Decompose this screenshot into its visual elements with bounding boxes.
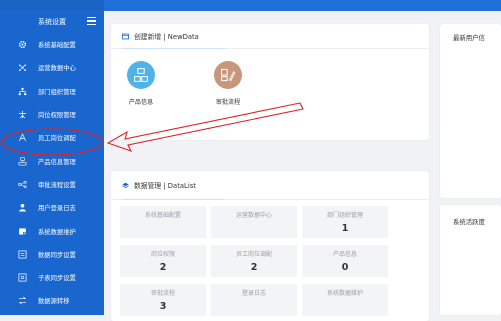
sidebar-item-label: 员工岗位调配 [38,135,76,143]
sync-icon [17,249,27,259]
datalist-cell-label: 审批流程 [150,290,175,297]
sidebar-item-label: 数据源转移 [38,298,70,306]
sidebar-item-label: 岗位权限管理 [38,112,76,120]
newdata-card: 创建新增 | NewData 产品信息 审批流程 [111,24,429,140]
sidebar-item-login-log[interactable]: 用户登录日志 [0,196,104,219]
approval-flow-icon [214,61,242,89]
sidebar-item-label: 系统基础配置 [38,42,76,50]
gear-icon [17,40,27,50]
sidebar-item-data-center[interactable]: 运营数据中心 [0,56,104,79]
datalist-cell-value: 2 [250,262,258,273]
newdata-title: 创建新增 | NewData [134,33,199,41]
sidebar-item-data-sync[interactable]: 数据同步设置 [0,243,104,266]
datalist-cell[interactable]: 运营数据中心 [211,206,297,238]
database-icon [17,226,27,236]
datalist-cell[interactable]: 部门组织管理 1 [302,206,388,238]
product-info-icon [127,61,155,89]
datalist-cell[interactable]: 系统数据维护 [302,284,388,316]
menu-toggle-icon[interactable] [87,17,96,25]
sidebar-item-label: 数据同步设置 [38,251,76,259]
approval-flow-label: 审批流程 [215,99,241,106]
datalist-cell-label: 产品信息 [332,251,357,258]
sub-table-icon [17,273,27,283]
sidebar-item-label: 运营数据中心 [38,65,76,73]
datalist-cell[interactable]: 审批流程 3 [120,284,206,316]
sidebar-item-system-config[interactable]: 系统基础配置 [0,33,104,56]
product-icon [17,156,27,166]
datalist-cell[interactable]: 系统基础配置 [120,206,206,238]
newdata-approval-button[interactable]: 审批流程 [203,61,253,106]
datalist-cell-label: 系统数据维护 [326,290,363,297]
system-activity-title: 系统活跃度 [453,218,485,226]
newdata-header: 创建新增 | NewData [111,24,429,49]
datalist-grid: 系统基础配置 运营数据中心 部门组织管理 1 岗位权限 2 员工岗位调配 2 产品信息… [120,206,390,316]
datalist-cell-label: 运营数据中心 [235,212,272,219]
datalist-cell-label: 登录日志 [241,290,266,297]
login-user-icon [17,203,27,213]
datalist-cell-value: 0 [341,262,349,273]
sidebar-item-label: 产品信息管理 [38,158,76,166]
sidebar-item-transfer[interactable]: 数据源转移 [0,289,104,312]
sidebar-item-approval[interactable]: 审批流程设置 [0,173,104,196]
data-center-icon [17,63,27,73]
workflow-icon [17,179,27,189]
datalist-title: 数据管理 | DataList [134,182,196,190]
sidebar-item-data-maintenance[interactable]: 系统数据维护 [0,219,104,242]
datalist-cell-label: 岗位权限 [150,251,175,258]
sidebar-item-subtable-sync[interactable]: 子表同步设置 [0,266,104,289]
permission-icon [17,110,27,120]
datalist-cell-label: 部门组织管理 [326,212,363,219]
system-activity-card: 系统活跃度 [440,205,501,315]
datalist-cell-value: 1 [341,223,349,234]
latest-users-title: 最新用户信 [453,34,485,42]
user-icon [17,133,27,143]
sidebar-item-product[interactable]: 产品信息管理 [0,149,104,172]
datalist-header: 数据管理 | DataList [111,171,429,200]
datalist-cell-label: 员工岗位调配 [235,251,272,258]
newdata-product-button[interactable]: 产品信息 [116,61,166,106]
datalist-cell-label: 系统基础配置 [144,212,181,219]
product-info-label: 产品信息 [128,99,154,106]
sidebar-item-permissions[interactable]: 岗位权限管理 [0,103,104,126]
latest-users-card: 最新用户信 [440,24,501,198]
sidebar: 系统设置 系统基础配置 运营数据中心 部门组织管理 岗位权限管理 员工岗位调配 … [0,11,104,315]
sidebar-title: 系统设置 [38,18,66,26]
sidebar-header: 系统设置 [0,11,104,33]
datalist-cell[interactable]: 员工岗位调配 2 [211,245,297,277]
window-icon [122,33,129,39]
sidebar-item-label: 部门组织管理 [38,88,76,96]
datalist-cell-value: 2 [159,262,167,273]
datalist-cell[interactable]: 岗位权限 2 [120,245,206,277]
datalist-cell[interactable]: 产品信息 0 [302,245,388,277]
sidebar-item-label: 用户登录日志 [38,205,76,213]
sidebar-item-staff-assignment[interactable]: 员工岗位调配 [0,126,104,149]
sidebar-item-label: 子表同步设置 [38,275,76,283]
transfer-icon [17,296,27,306]
org-tree-icon [17,86,27,96]
layers-icon [122,182,129,188]
datalist-cell-value: 3 [159,301,167,312]
sidebar-item-department[interactable]: 部门组织管理 [0,80,104,103]
top-bar-left [0,0,104,11]
datalist-cell[interactable]: 登录日志 [211,284,297,316]
sidebar-item-label: 系统数据维护 [38,228,76,236]
sidebar-item-label: 审批流程设置 [38,181,76,189]
